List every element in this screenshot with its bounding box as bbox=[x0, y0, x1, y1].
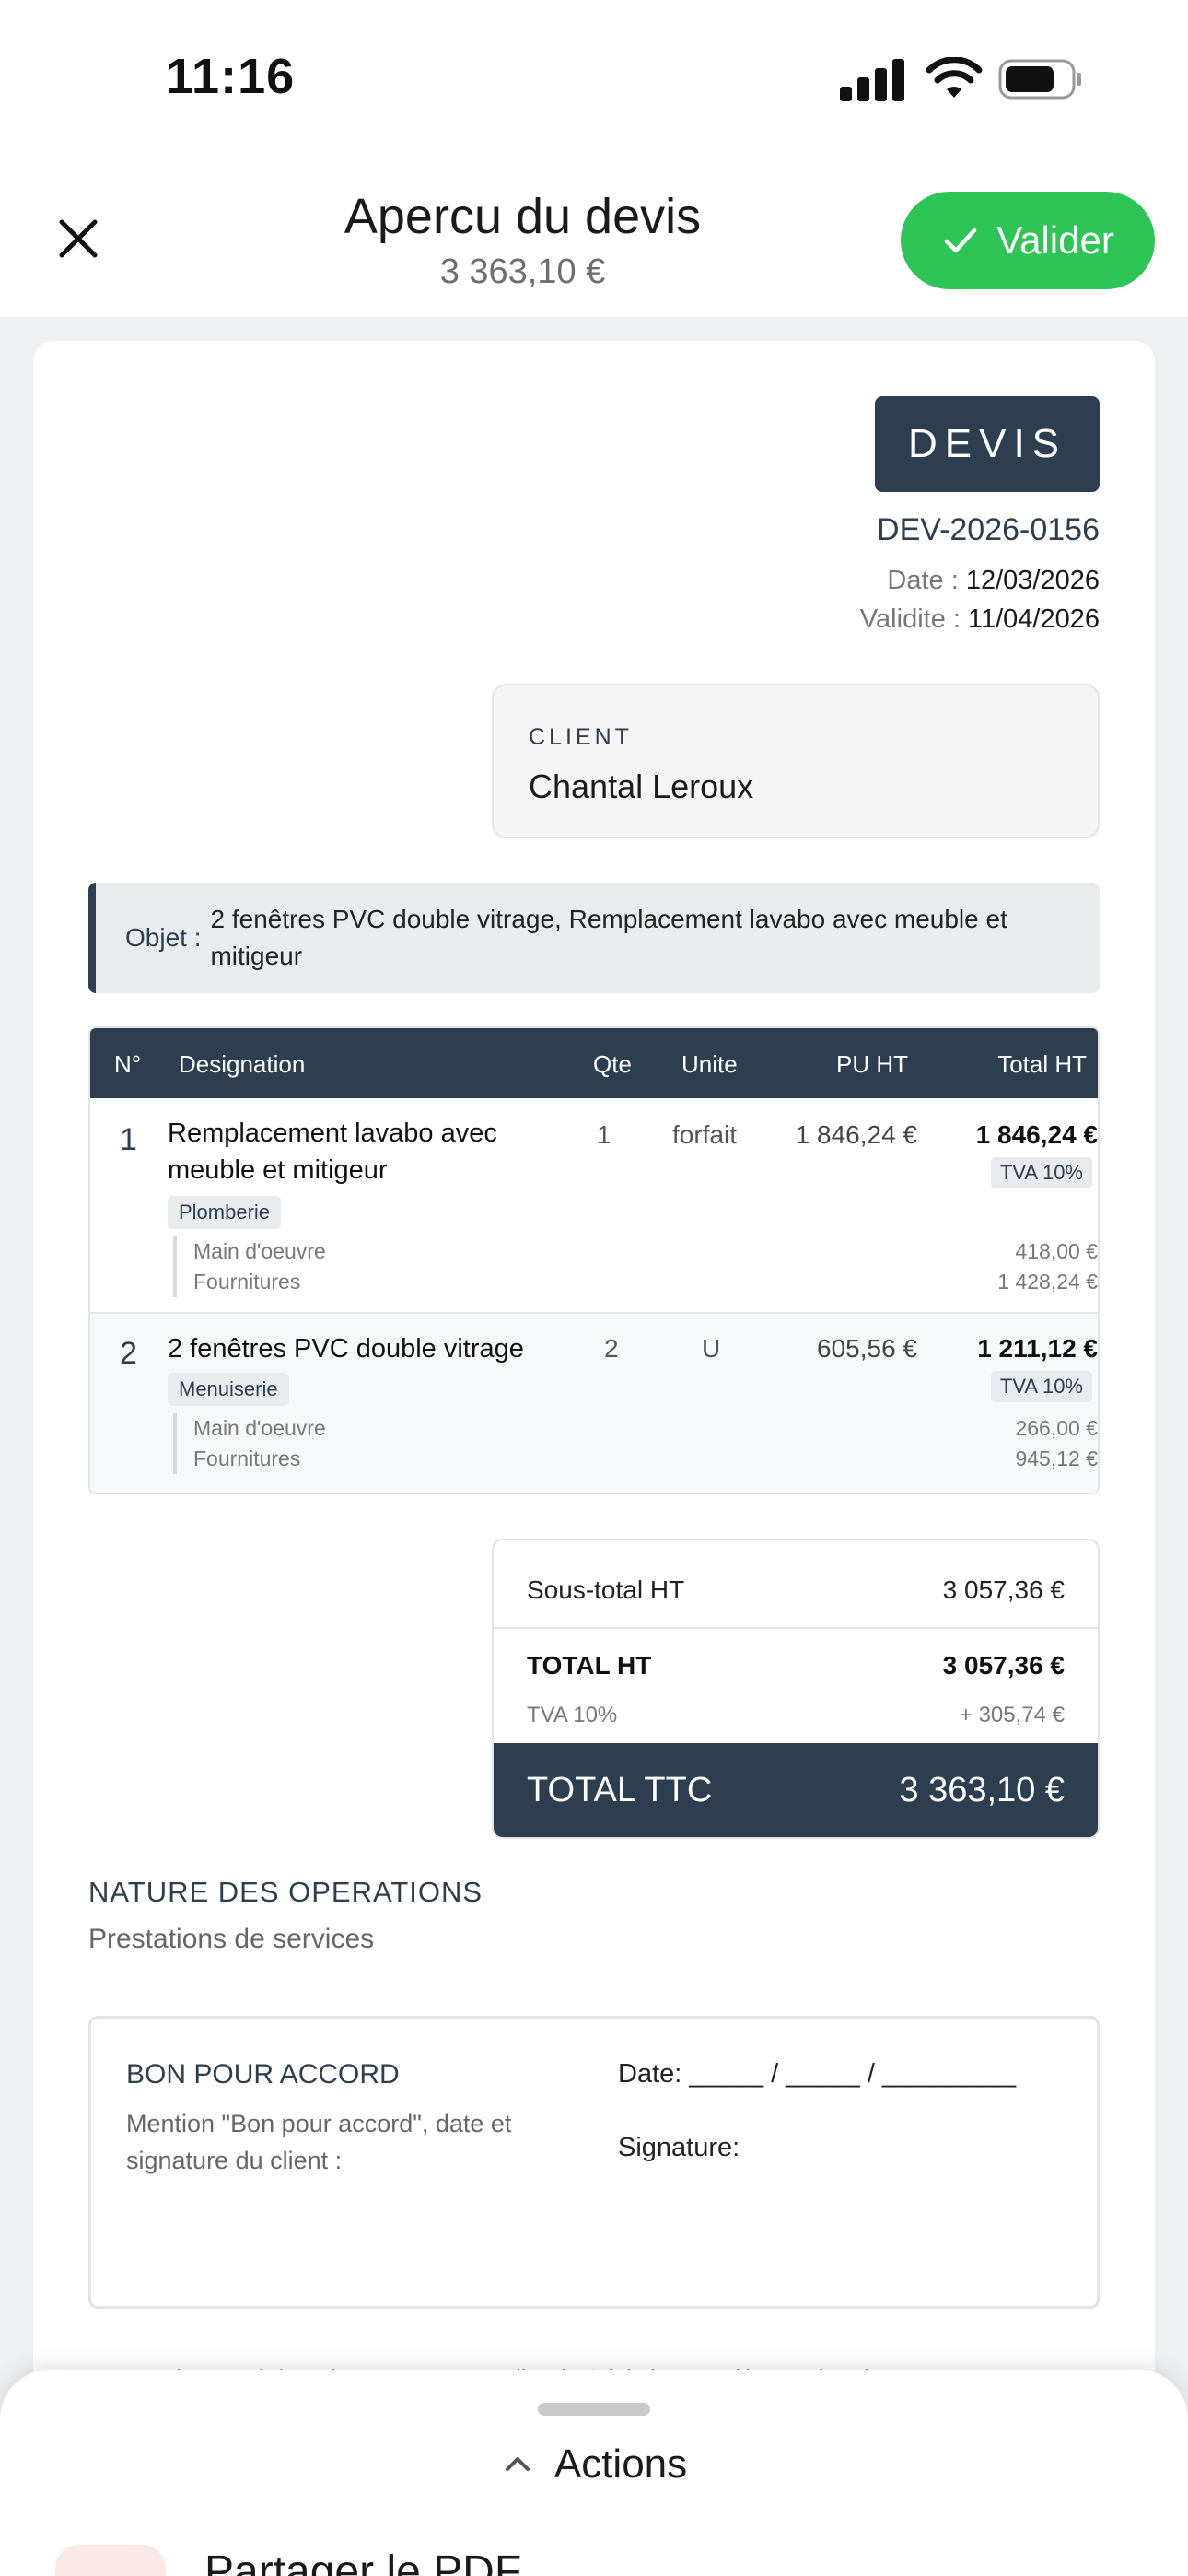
detail-label: Main d'oeuvre bbox=[193, 1239, 326, 1263]
row-pu-ht: 1 846,24 € bbox=[795, 1120, 917, 1149]
subtotal-value: 3 057,36 € bbox=[942, 1575, 1065, 1604]
totals-box: Sous-total HT 3 057,36 € TOTAL HT 3 057,… bbox=[492, 1539, 1100, 1839]
check-icon bbox=[944, 228, 977, 253]
detail-value: 1 428,24 € bbox=[997, 1270, 1098, 1294]
col-designation: Designation bbox=[179, 1050, 306, 1078]
category-tag: Menuiserie bbox=[168, 1373, 289, 1406]
detail-value: 945,12 € bbox=[1015, 1446, 1098, 1470]
row-qte: 2 bbox=[604, 1334, 619, 1363]
share-pdf-icon[interactable] bbox=[55, 2545, 166, 2576]
devis-badge: DEVIS bbox=[875, 396, 1100, 492]
col-unite: Unite bbox=[681, 1050, 738, 1078]
tva-tag: TVA 10% bbox=[990, 1157, 1092, 1188]
col-total-ht: Total HT bbox=[997, 1050, 1087, 1078]
battery-icon bbox=[998, 59, 1081, 100]
quote-date: Date : 12/03/2026 bbox=[887, 566, 1100, 595]
total-ht-line: TOTAL HT 3 057,36 € bbox=[527, 1651, 1065, 1680]
row-details: Main d'oeuvre Fournitures bbox=[173, 1236, 326, 1297]
subtotal-label: Sous-total HT bbox=[527, 1575, 685, 1604]
row-qte: 1 bbox=[597, 1120, 611, 1149]
nature-title: NATURE DES OPERATIONS bbox=[88, 1876, 483, 1908]
detail-label: Fournitures bbox=[193, 1446, 301, 1470]
quote-date-value: 12/03/2026 bbox=[965, 566, 1100, 595]
row-num: 2 bbox=[120, 1336, 137, 1371]
row-designation: Remplacement lavabo avec meuble et mitig… bbox=[168, 1118, 497, 1185]
client-box: CLIENT Chantal Leroux bbox=[492, 684, 1100, 838]
sheet-handle[interactable] bbox=[538, 2403, 650, 2416]
total-ht-label: TOTAL HT bbox=[527, 1651, 652, 1680]
col-qte: Qte bbox=[593, 1050, 632, 1078]
client-label: CLIENT bbox=[529, 724, 633, 750]
wifi-icon bbox=[926, 57, 983, 98]
status-time: 11:16 bbox=[166, 49, 296, 104]
client-name: Chantal Leroux bbox=[529, 767, 754, 805]
cellular-signal-icon bbox=[840, 57, 904, 101]
col-num: N° bbox=[114, 1050, 142, 1078]
actions-label: Actions bbox=[553, 2441, 688, 2487]
page-title: Apercu du devis bbox=[344, 189, 702, 244]
detail-label: Main d'oeuvre bbox=[193, 1416, 326, 1440]
table-row: 1 Remplacement lavabo avec meuble et mit… bbox=[90, 1098, 1098, 1314]
col-pu-ht: PU HT bbox=[836, 1050, 908, 1078]
divider bbox=[494, 1627, 1098, 1629]
category-tag: Plomberie bbox=[168, 1196, 282, 1229]
accord-signature: Signature: bbox=[618, 2133, 740, 2162]
validate-label: Valider bbox=[996, 218, 1114, 262]
tva-line: TVA 10% + 305,74 € bbox=[527, 1703, 1065, 1728]
detail-value: 266,00 € bbox=[1015, 1416, 1098, 1440]
share-pdf-button[interactable]: Partager le PDF bbox=[204, 2547, 521, 2576]
accord-mention: Mention "Bon pour accord", date et signa… bbox=[126, 2110, 512, 2174]
accord-title: BON POUR ACCORD bbox=[126, 2059, 400, 2090]
row-pu-ht: 605,56 € bbox=[817, 1334, 917, 1363]
table-row: 2 2 fenêtres PVC double vitrage 2 U 605,… bbox=[90, 1314, 1098, 1493]
total-ttc-line: TOTAL TTC 3 363,10 € bbox=[494, 1743, 1098, 1837]
total-ttc-label: TOTAL TTC bbox=[527, 1770, 713, 1809]
accord-date: Date: _____ / _____ / _________ bbox=[618, 2059, 1017, 2089]
header-amount: 3 363,10 € bbox=[439, 252, 606, 291]
top-bar: 11:16 Apercu du devis 3 363,10 € Valider bbox=[0, 0, 1188, 317]
tva-label: TVA 10% bbox=[527, 1703, 618, 1727]
subtotal-line: Sous-total HT 3 057,36 € bbox=[527, 1575, 1065, 1605]
validate-button[interactable]: Valider bbox=[901, 192, 1155, 289]
quote-validity-value: 11/04/2026 bbox=[968, 604, 1100, 634]
detail-label: Fournitures bbox=[193, 1270, 301, 1294]
detail-value: 418,00 € bbox=[1015, 1239, 1098, 1263]
actions-toggle[interactable]: Actions bbox=[0, 2441, 1188, 2488]
quote-validity: Validite : 11/04/2026 bbox=[859, 604, 1100, 634]
row-detail-values: 266,00 € 945,12 € bbox=[1015, 1413, 1098, 1474]
tva-value: + 305,74 € bbox=[959, 1703, 1065, 1727]
table-header: N° Designation Qte Unite PU HT Total HT bbox=[90, 1028, 1098, 1098]
objet-text: 2 fenêtres PVC double vitrage, Remplacem… bbox=[210, 905, 1007, 970]
row-designation: 2 fenêtres PVC double vitrage bbox=[168, 1334, 524, 1364]
quote-table: N° Designation Qte Unite PU HT Total HT … bbox=[88, 1026, 1100, 1494]
accord-box: BON POUR ACCORD Mention "Bon pour accord… bbox=[88, 2016, 1100, 2309]
row-num: 1 bbox=[120, 1122, 137, 1157]
quote-document[interactable]: DEVIS DEV-2026-0156 Date : 12/03/2026 Va… bbox=[33, 341, 1155, 2552]
chevron-up-icon bbox=[505, 2457, 530, 2471]
row-unite: forfait bbox=[672, 1120, 738, 1149]
total-ht-value: 3 057,36 € bbox=[942, 1651, 1065, 1680]
actions-sheet[interactable]: Actions Partager le PDF bbox=[0, 2370, 1188, 2576]
nature-text: Prestations de services bbox=[88, 1924, 375, 1954]
row-unite: U bbox=[702, 1334, 721, 1363]
tva-tag: TVA 10% bbox=[990, 1371, 1092, 1402]
row-total-ht: 1 211,12 € bbox=[977, 1334, 1098, 1363]
objet-box: Objet : 2 fenêtres PVC double vitrage, R… bbox=[88, 883, 1100, 993]
row-total-ht: 1 846,24 € bbox=[975, 1120, 1098, 1149]
row-detail-values: 418,00 € 1 428,24 € bbox=[997, 1236, 1098, 1297]
row-details: Main d'oeuvre Fournitures bbox=[173, 1413, 326, 1474]
quote-number: DEV-2026-0156 bbox=[877, 512, 1100, 547]
total-ttc-value: 3 363,10 € bbox=[899, 1770, 1065, 1809]
objet-label: Objet : bbox=[125, 923, 202, 952]
